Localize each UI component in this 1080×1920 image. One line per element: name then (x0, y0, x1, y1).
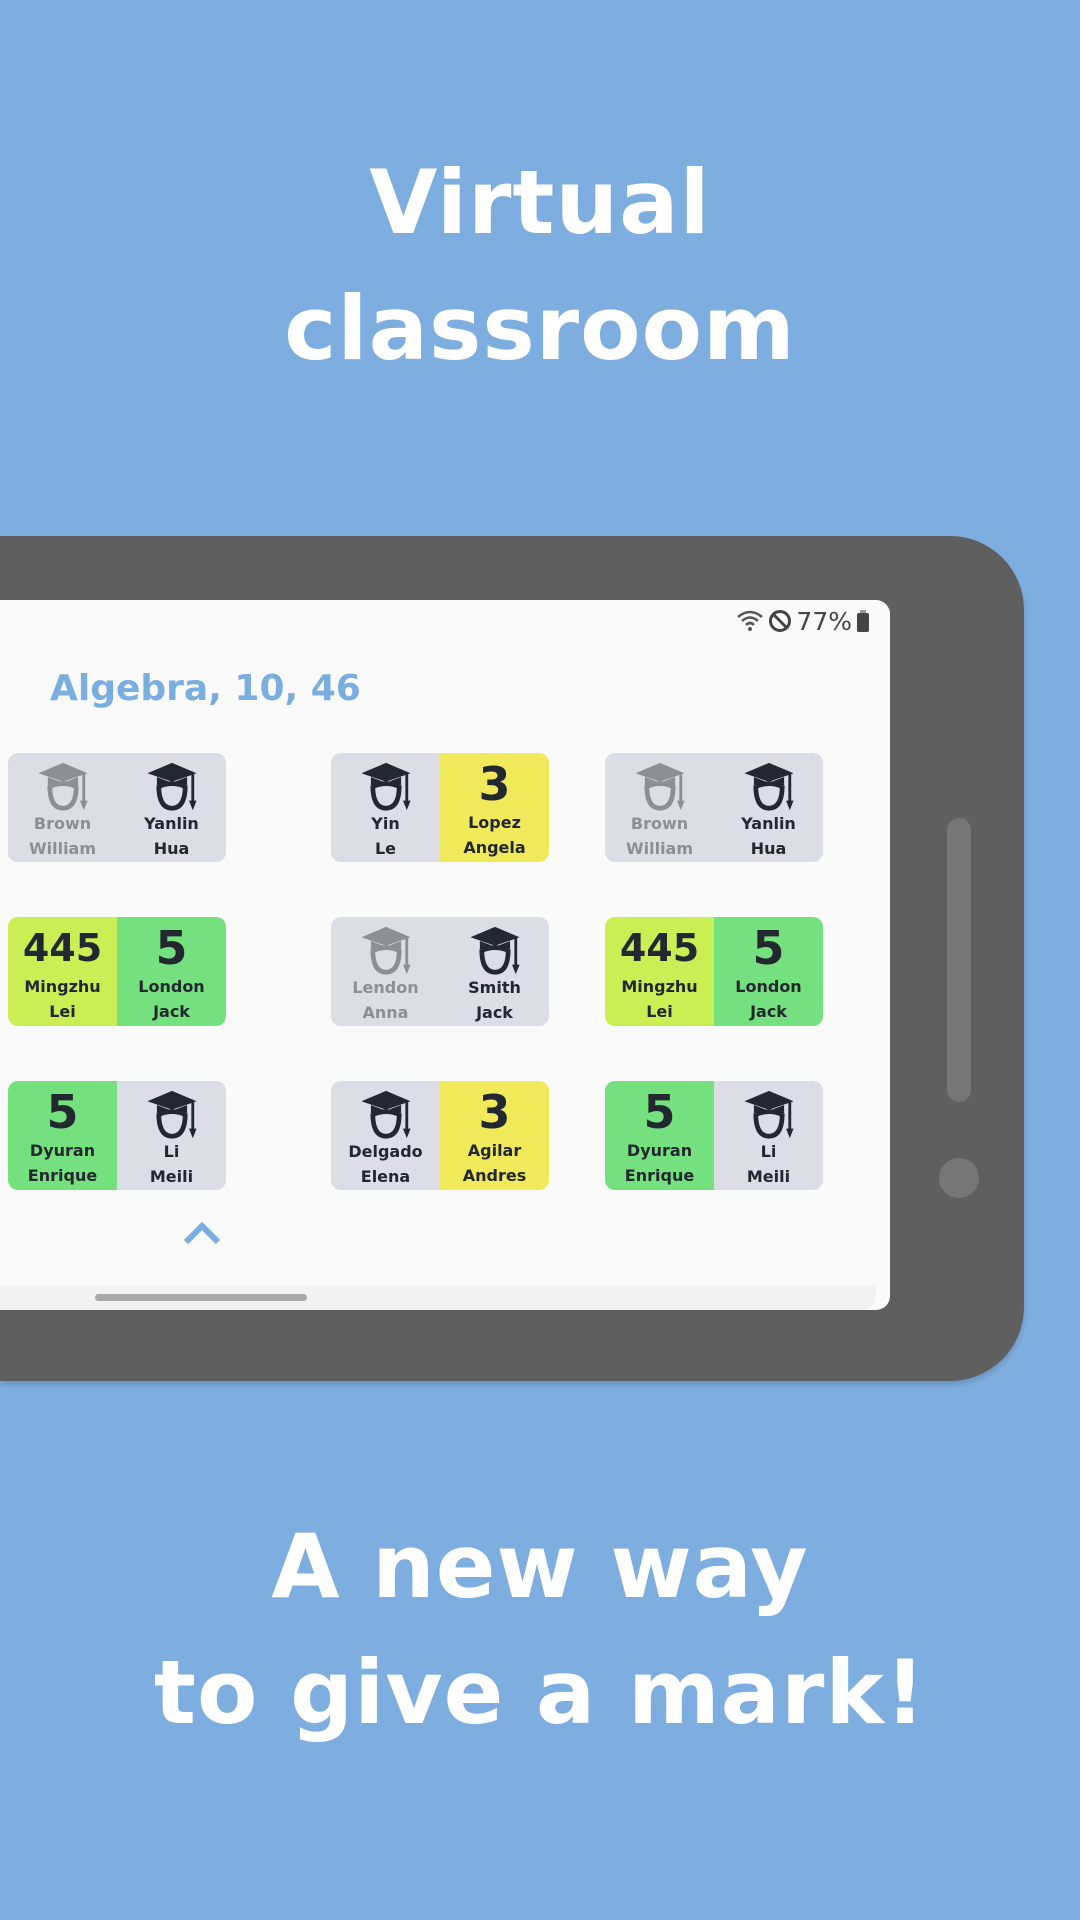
promo-title-line1: Virtual (369, 151, 711, 254)
student-graduation-cap-icon (741, 1089, 797, 1140)
promo-tagline-line2: to give a mark! (153, 1641, 927, 1744)
student-first-name: Lei (49, 1002, 76, 1021)
student-seat[interactable]: Li Meili (714, 1081, 823, 1190)
student-seat[interactable]: Lendon Anna (331, 917, 440, 1026)
student-first-name: Le (374, 839, 397, 858)
student-last-name: Brown (33, 814, 92, 833)
wifi-icon (737, 610, 764, 631)
student-seat[interactable]: 445 Mingzhu Lei (605, 917, 714, 1026)
student-seat[interactable]: Brown William (8, 753, 117, 862)
student-first-name: Meili (746, 1167, 791, 1186)
student-last-name: Yanlin (741, 814, 796, 833)
student-graduation-cap-icon (144, 1089, 200, 1140)
student-last-name: Li (163, 1142, 180, 1161)
promo-tagline: A new way to give a mark! (0, 1504, 1080, 1756)
student-seat[interactable]: Li Meili (117, 1081, 226, 1190)
desk-card[interactable]: Delgado Elena 3 Agilar Andres (331, 1081, 549, 1190)
student-seat[interactable]: 5 Dyuran Enrique (8, 1081, 117, 1190)
student-last-name: Li (760, 1142, 777, 1161)
student-seat[interactable]: 5 London Jack (117, 917, 226, 1026)
student-seat[interactable]: Smith Jack (440, 917, 549, 1026)
student-seat[interactable]: 5 Dyuran Enrique (605, 1081, 714, 1190)
student-last-name: Agilar (467, 1141, 522, 1160)
student-first-name: Hua (750, 839, 787, 858)
student-last-name: Mingzhu (24, 977, 101, 996)
student-last-name: London (735, 977, 802, 996)
desk-card[interactable]: 445 Mingzhu Lei 5 London Jack (8, 917, 226, 1026)
desk-card[interactable]: Lendon Anna Smith Jack (331, 917, 549, 1026)
student-last-name: Delgado (348, 1142, 423, 1161)
class-title: Algebra, 10, 46 (50, 668, 361, 709)
student-seat[interactable]: Yanlin Hua (117, 753, 226, 862)
desk-card[interactable]: Yin Le 3 Lopez Angela (331, 753, 549, 862)
student-first-name: Anna (362, 1003, 409, 1022)
chevron-up-icon[interactable] (182, 1218, 222, 1246)
student-first-name: Elena (360, 1167, 411, 1186)
student-first-name: Jack (750, 1002, 787, 1021)
student-last-name: Yin (371, 814, 400, 833)
student-last-name: Lendon (352, 978, 419, 997)
student-last-name: Lopez (468, 813, 521, 832)
student-first-name: William (28, 839, 97, 858)
student-seat[interactable]: Yin Le (331, 753, 440, 862)
mark-value: 5 (46, 1085, 79, 1139)
student-last-name: Smith (468, 978, 521, 997)
phone-side-button (947, 818, 971, 1102)
promo-tagline-line1: A new way (271, 1515, 809, 1618)
mark-value: 5 (752, 921, 785, 975)
student-graduation-cap-icon (632, 761, 688, 812)
mark-value: 3 (478, 1085, 511, 1139)
student-first-name: Angela (463, 838, 526, 857)
mark-value: 5 (643, 1085, 676, 1139)
student-first-name: Andres (462, 1166, 527, 1185)
status-bar: 77% (736, 606, 870, 636)
desk-card[interactable]: 5 Dyuran Enrique Li Meili (8, 1081, 226, 1190)
student-seat[interactable]: 3 Lopez Angela (440, 753, 549, 862)
student-first-name: Jack (153, 1002, 190, 1021)
student-graduation-cap-icon (144, 761, 200, 812)
student-seat[interactable]: Delgado Elena (331, 1081, 440, 1190)
student-last-name: Mingzhu (621, 977, 698, 996)
student-seat[interactable]: Brown William (605, 753, 714, 862)
student-last-name: Yanlin (144, 814, 199, 833)
student-graduation-cap-icon (35, 761, 91, 812)
phone-camera-dot (939, 1158, 979, 1198)
mark-value: 445 (619, 926, 700, 970)
do-not-disturb-icon (769, 610, 792, 632)
student-graduation-cap-icon (358, 761, 414, 812)
student-first-name: Meili (149, 1167, 194, 1186)
student-first-name: William (625, 839, 694, 858)
desk-card[interactable]: 5 Dyuran Enrique Li Meili (605, 1081, 823, 1190)
student-first-name: Lei (646, 1002, 673, 1021)
student-seat[interactable]: 445 Mingzhu Lei (8, 917, 117, 1026)
mark-value: 5 (155, 921, 188, 975)
student-graduation-cap-icon (467, 925, 523, 976)
student-seat[interactable]: 3 Agilar Andres (440, 1081, 549, 1190)
student-first-name: Hua (153, 839, 190, 858)
mark-value: 445 (22, 926, 103, 970)
student-last-name: Dyuran (29, 1141, 96, 1160)
desk-card[interactable]: Brown William Yanlin Hua (8, 753, 226, 862)
student-last-name: Dyuran (626, 1141, 693, 1160)
student-last-name: London (138, 977, 205, 996)
battery-percent: 77% (796, 606, 852, 636)
app-screen: 77% Algebra, 10, 46 Brown William Yanlin Hu… (0, 600, 890, 1310)
promo-title: Virtual classroom (0, 140, 1080, 392)
student-graduation-cap-icon (358, 1089, 414, 1140)
battery-icon (857, 610, 869, 632)
home-indicator[interactable] (95, 1294, 307, 1301)
promo-title-line2: classroom (284, 277, 796, 380)
student-first-name: Enrique (624, 1166, 695, 1185)
student-seat[interactable]: Yanlin Hua (714, 753, 823, 862)
student-first-name: Enrique (27, 1166, 98, 1185)
student-graduation-cap-icon (358, 925, 414, 976)
student-graduation-cap-icon (741, 761, 797, 812)
mark-value: 3 (478, 757, 511, 811)
student-last-name: Brown (630, 814, 689, 833)
desk-card[interactable]: 445 Mingzhu Lei 5 London Jack (605, 917, 823, 1026)
student-seat[interactable]: 5 London Jack (714, 917, 823, 1026)
desk-card[interactable]: Brown William Yanlin Hua (605, 753, 823, 862)
student-first-name: Jack (476, 1003, 513, 1022)
